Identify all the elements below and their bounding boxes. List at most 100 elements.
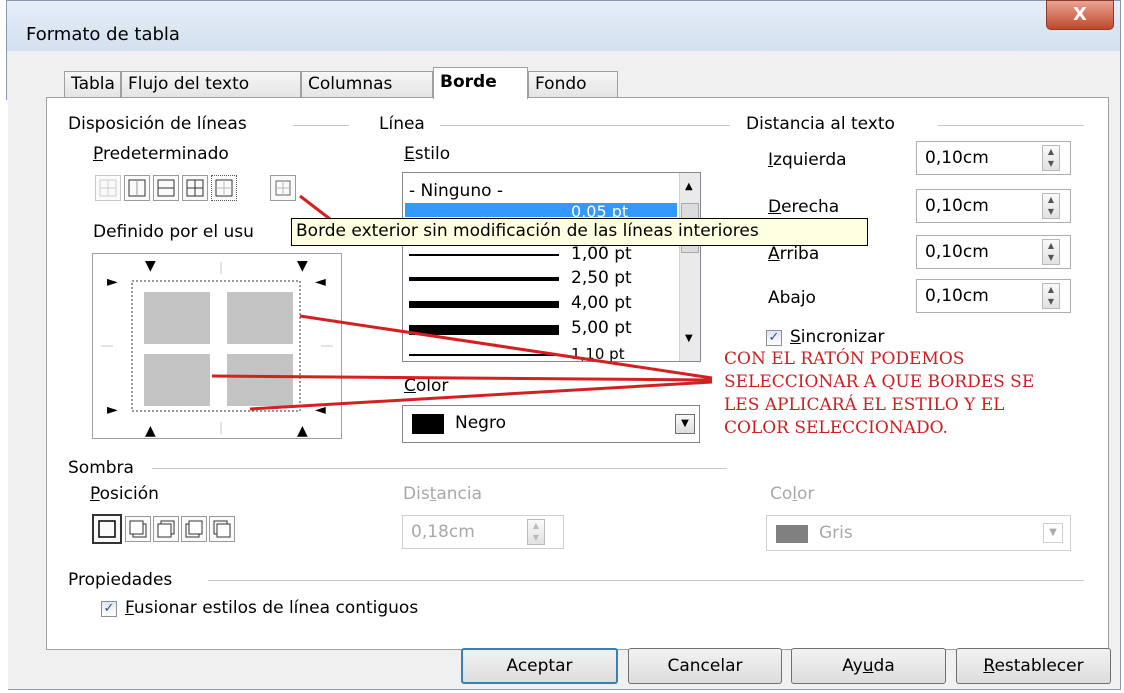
line-sample	[409, 301, 559, 308]
preview-cell	[144, 354, 210, 406]
scrollbar[interactable]: ▲ ▼	[679, 173, 700, 361]
dialog-title: Formato de tabla	[26, 24, 180, 45]
top-label: Arriba	[768, 244, 820, 264]
top-spacing-value: 0,10cm	[925, 242, 989, 262]
shadow-color-select[interactable]: Gris ▼	[766, 515, 1071, 551]
list-item-selected[interactable]	[405, 203, 677, 217]
tab-tabla[interactable]: Tabla	[64, 71, 121, 98]
spacing-heading: Distancia al texto	[746, 114, 895, 134]
annotation-text: CON EL RATÓN PODEMOS SELECCIONAR A QUE B…	[724, 348, 1124, 440]
list-item[interactable]: 1,10 pt	[571, 345, 625, 361]
shadow-distance-label: Distancia	[403, 484, 483, 504]
outer-border-icon[interactable]	[124, 175, 150, 201]
line-sample	[409, 325, 559, 335]
chevron-down-icon[interactable]: ▼	[1043, 523, 1063, 543]
list-item[interactable]: 4,00 pt	[571, 293, 632, 313]
sync-label: Sincronizar	[790, 327, 885, 347]
shadow-bottom-right-icon[interactable]	[125, 516, 151, 542]
spin-icon[interactable]: ▲ ▼	[1042, 283, 1060, 309]
top-spacing-field[interactable]: 0,10cm ▲ ▼	[916, 235, 1071, 269]
spin-icon[interactable]: ▲ ▼	[1042, 145, 1060, 171]
spin-icon[interactable]: ▲ ▼	[527, 519, 545, 545]
preview-cell	[227, 354, 293, 406]
bottom-spacing-field[interactable]: 0,10cm ▲ ▼	[916, 279, 1071, 313]
no-border-icon[interactable]	[95, 175, 121, 201]
list-item[interactable]: 2,50 pt	[571, 268, 632, 288]
spin-icon[interactable]: ▲ ▼	[1042, 193, 1060, 219]
shadow-top-right-icon[interactable]	[153, 516, 179, 542]
line-heading: Línea	[379, 114, 425, 134]
help-button[interactable]: Ayuda	[791, 648, 946, 684]
tab-borde[interactable]: Borde	[433, 67, 528, 99]
list-item[interactable]: 1,00 pt	[571, 244, 632, 264]
tab-columnas[interactable]: Columnas	[301, 71, 433, 98]
shadow-distance-field[interactable]: 0,18cm ▲ ▼	[402, 515, 564, 549]
border-preview[interactable]: ▼ ▼ ► ◄ ► ◄ ▲ ▲	[92, 253, 342, 439]
separator	[293, 125, 349, 126]
bottom-spacing-value: 0,10cm	[925, 286, 989, 306]
left-spacing-field[interactable]: 0,10cm ▲ ▼	[916, 141, 1071, 175]
outer-keep-inner-border-icon[interactable]	[211, 175, 237, 201]
line-style-list[interactable]: - Ninguno - 0,05 pt 1,00 pt 2,50 pt 4,00…	[402, 172, 701, 362]
list-item[interactable]: - Ninguno -	[409, 181, 503, 201]
left-label: Izquierda	[768, 150, 847, 170]
separator	[152, 468, 727, 469]
scroll-up-icon[interactable]: ▲	[685, 181, 693, 192]
color-value: Negro	[455, 413, 506, 433]
svg-text:▲: ▲	[297, 423, 308, 439]
annotation-line: COLOR SELECCIONADO.	[724, 418, 948, 438]
line-sample	[409, 277, 559, 281]
shadow-position-label: Posición	[90, 484, 159, 504]
svg-text:►: ►	[107, 402, 118, 418]
reset-button[interactable]: Restablecer	[956, 648, 1111, 684]
annotation-line: CON EL RATÓN PODEMOS	[724, 349, 965, 369]
line-sample	[409, 254, 559, 256]
annotation-line: LES APLICARÁ EL ESTILO Y EL	[724, 395, 1005, 415]
preview-cell	[144, 292, 210, 344]
default-label: Predeterminado	[93, 144, 229, 164]
preview-cell	[227, 292, 293, 344]
style-label: Estilo	[404, 144, 451, 164]
outer-border-preset-button[interactable]	[270, 175, 296, 201]
merge-styles-label: Fusionar estilos de línea contiguos	[125, 598, 419, 618]
shadow-distance-value: 0,18cm	[411, 522, 475, 542]
no-shadow-icon[interactable]	[92, 514, 122, 544]
outer-all-lines-border-icon[interactable]	[182, 175, 208, 201]
separator	[440, 125, 730, 126]
tab-flujo-del-texto[interactable]: Flujo del texto	[121, 71, 301, 98]
svg-text:◄: ◄	[315, 274, 326, 290]
properties-heading: Propiedades	[68, 570, 173, 590]
list-item[interactable]: 5,00 pt	[571, 318, 632, 338]
spin-icon[interactable]: ▲ ▼	[1042, 239, 1060, 265]
line-color-label: Color	[404, 376, 449, 396]
svg-text:▲: ▲	[145, 423, 156, 439]
right-label: Derecha	[768, 197, 840, 217]
color-swatch	[776, 525, 808, 543]
svg-text:▼: ▼	[297, 258, 308, 274]
svg-text:▼: ▼	[145, 258, 156, 274]
svg-text:◄: ◄	[315, 402, 326, 418]
color-swatch	[412, 414, 444, 434]
shadow-color-value: Gris	[819, 523, 853, 543]
cancel-button[interactable]: Cancelar	[628, 648, 782, 684]
shadow-bottom-left-icon[interactable]	[181, 516, 207, 542]
svg-text:►: ►	[107, 274, 118, 290]
outer-horizontal-border-icon[interactable]	[153, 175, 179, 201]
line-sample	[409, 354, 559, 356]
line-color-select[interactable]: Negro ▼	[402, 405, 700, 443]
right-spacing-value: 0,10cm	[925, 196, 989, 216]
scroll-down-icon[interactable]: ▼	[685, 333, 693, 344]
ok-button[interactable]: Aceptar	[461, 648, 618, 684]
annotation-line: SELECCIONAR A QUE BORDES SE	[724, 372, 1035, 392]
shadow-color-label: Color	[770, 484, 815, 504]
close-button[interactable]: X	[1046, 0, 1114, 30]
chevron-down-icon[interactable]: ▼	[675, 414, 695, 434]
sync-checkbox[interactable]: ✓	[766, 330, 782, 346]
right-spacing-field[interactable]: 0,10cm ▲ ▼	[916, 189, 1071, 223]
bottom-label: Abajo	[768, 288, 816, 308]
shadow-heading: Sombra	[68, 458, 134, 478]
tab-fondo[interactable]: Fondo	[528, 71, 618, 98]
separator	[938, 125, 1084, 126]
shadow-top-left-icon[interactable]	[209, 516, 235, 542]
merge-styles-checkbox[interactable]: ✓	[101, 601, 117, 617]
